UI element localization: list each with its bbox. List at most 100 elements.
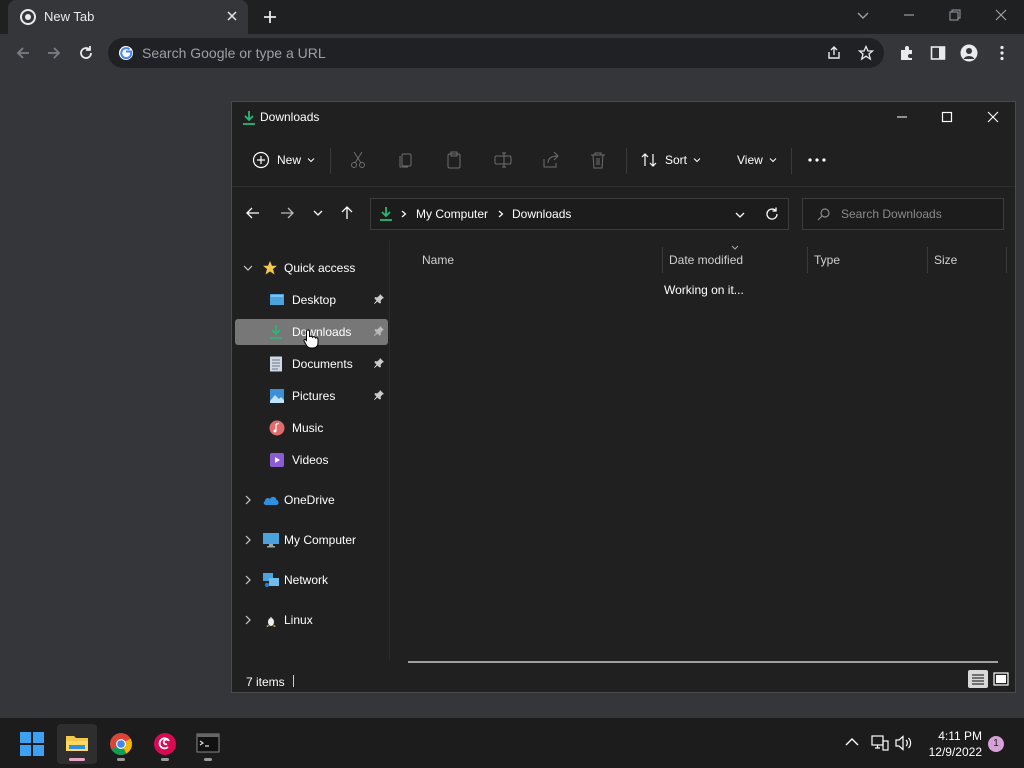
nav-downloads[interactable]: Downloads [235, 319, 388, 349]
column-label: Date modified [669, 253, 744, 267]
nav-my-computer[interactable]: My Computer [235, 527, 388, 553]
share-icon[interactable] [826, 45, 842, 61]
more-options-icon[interactable] [808, 148, 826, 172]
expanded-chevron-icon[interactable] [243, 263, 253, 273]
restore-icon[interactable] [948, 8, 962, 22]
breadcrumb-downloads[interactable]: Downloads [512, 207, 571, 221]
breadcrumb-my-computer[interactable]: My Computer [416, 207, 488, 221]
taskbar-debian[interactable] [145, 724, 185, 764]
sort-button[interactable]: Sort [640, 148, 701, 172]
taskbar-chrome[interactable] [101, 724, 141, 764]
pin-icon[interactable] [374, 326, 384, 336]
omnibox[interactable] [108, 38, 884, 68]
forward-arrow-icon[interactable] [280, 206, 294, 220]
address-bar[interactable]: My Computer Downloads [370, 198, 789, 230]
new-button[interactable]: New [252, 148, 315, 172]
file-list: Name Date modified Type Size Working on … [390, 241, 1015, 663]
nav-pictures[interactable]: Pictures [235, 383, 388, 409]
nav-videos[interactable]: Videos [235, 447, 388, 473]
start-windows-icon[interactable] [20, 732, 44, 756]
pin-icon[interactable] [374, 358, 384, 368]
forward-arrow-icon[interactable] [45, 44, 63, 62]
chevron-down-icon [769, 158, 777, 163]
details-view-icon[interactable] [968, 670, 988, 688]
running-indicator [204, 758, 212, 761]
recent-locations-chevron-icon[interactable] [313, 208, 323, 218]
view-button[interactable]: View [737, 148, 777, 172]
google-g-icon [118, 45, 134, 61]
horizontal-scrollbar[interactable] [408, 661, 998, 663]
desktop-icon [269, 292, 285, 308]
rename-icon[interactable] [494, 148, 512, 172]
search-input[interactable] [841, 206, 991, 222]
nav-label: Downloads [292, 325, 352, 339]
bookmark-star-icon[interactable] [858, 45, 874, 61]
chrome-icon [20, 9, 36, 25]
copy-icon[interactable] [398, 148, 414, 172]
tab-close-icon[interactable] [226, 10, 238, 22]
up-arrow-icon[interactable] [340, 206, 354, 220]
minimize-icon[interactable] [902, 8, 916, 22]
notification-badge[interactable]: 1 [988, 736, 1004, 752]
clock-date: 12/9/2022 [928, 745, 982, 759]
refresh-icon[interactable] [765, 207, 779, 221]
nav-network[interactable]: Network [235, 567, 388, 593]
pin-icon[interactable] [374, 390, 384, 400]
cmd-divider [626, 148, 627, 174]
running-indicator [117, 758, 125, 761]
system-clock[interactable]: 4:11 PM 12/9/2022 [920, 728, 982, 760]
kebab-menu-icon[interactable] [993, 44, 1011, 62]
volume-icon[interactable] [895, 735, 913, 751]
reload-icon[interactable] [77, 44, 95, 62]
omnibox-input[interactable] [142, 43, 782, 63]
view-label: View [737, 153, 763, 167]
nav-linux[interactable]: Linux [235, 607, 388, 633]
nav-desktop[interactable]: Desktop [235, 287, 388, 313]
sort-arrows-icon [641, 153, 657, 167]
column-header-name[interactable]: Name [390, 247, 662, 273]
explorer-maximize-icon[interactable] [941, 111, 953, 123]
extensions-puzzle-icon[interactable] [898, 44, 916, 62]
large-icons-view-icon[interactable] [992, 670, 1010, 688]
tab-search-chevron-icon[interactable] [856, 8, 870, 22]
column-divider[interactable] [1006, 247, 1007, 273]
search-box[interactable] [802, 198, 1004, 230]
nav-label: Quick access [284, 261, 356, 275]
explorer-minimize-icon[interactable] [896, 111, 908, 123]
taskbar-terminal[interactable] [188, 724, 228, 764]
column-header-date-modified[interactable]: Date modified [663, 245, 807, 273]
cut-icon[interactable] [350, 148, 366, 172]
collapsed-chevron-icon[interactable] [243, 575, 253, 585]
back-arrow-icon[interactable] [14, 44, 32, 62]
explorer-close-icon[interactable] [987, 111, 999, 123]
download-arrow-icon [269, 324, 283, 340]
explorer-titlebar[interactable]: Downloads [232, 102, 1015, 134]
pin-icon[interactable] [374, 294, 384, 304]
browser-tab[interactable]: New Tab [8, 0, 248, 34]
close-window-icon[interactable] [994, 8, 1008, 22]
show-hidden-icons-chevron-icon[interactable] [845, 737, 859, 747]
network-status-icon[interactable] [871, 735, 889, 751]
chevron-down-icon [693, 158, 701, 163]
paste-icon[interactable] [446, 148, 462, 172]
column-header-type[interactable]: Type [808, 247, 927, 273]
taskbar: 4:11 PM 12/9/2022 1 [0, 718, 1024, 768]
side-panel-icon[interactable] [929, 44, 947, 62]
plus-circle-icon [252, 151, 270, 169]
nav-documents[interactable]: Documents [235, 351, 388, 377]
delete-trash-icon[interactable] [590, 148, 606, 172]
nav-quick-access[interactable]: Quick access [235, 255, 388, 281]
new-tab-icon[interactable] [262, 9, 278, 25]
column-header-size[interactable]: Size [928, 247, 1006, 273]
address-history-chevron-icon[interactable] [735, 210, 745, 220]
taskbar-file-explorer[interactable] [57, 724, 97, 764]
nav-music[interactable]: Music [235, 415, 388, 441]
navigation-row: My Computer Downloads [232, 187, 1015, 241]
share-icon[interactable] [542, 148, 560, 172]
profile-avatar-icon[interactable] [960, 44, 978, 62]
nav-onedrive[interactable]: OneDrive [235, 487, 388, 513]
collapsed-chevron-icon[interactable] [243, 495, 253, 505]
collapsed-chevron-icon[interactable] [243, 615, 253, 625]
back-arrow-icon[interactable] [246, 206, 260, 220]
collapsed-chevron-icon[interactable] [243, 535, 253, 545]
